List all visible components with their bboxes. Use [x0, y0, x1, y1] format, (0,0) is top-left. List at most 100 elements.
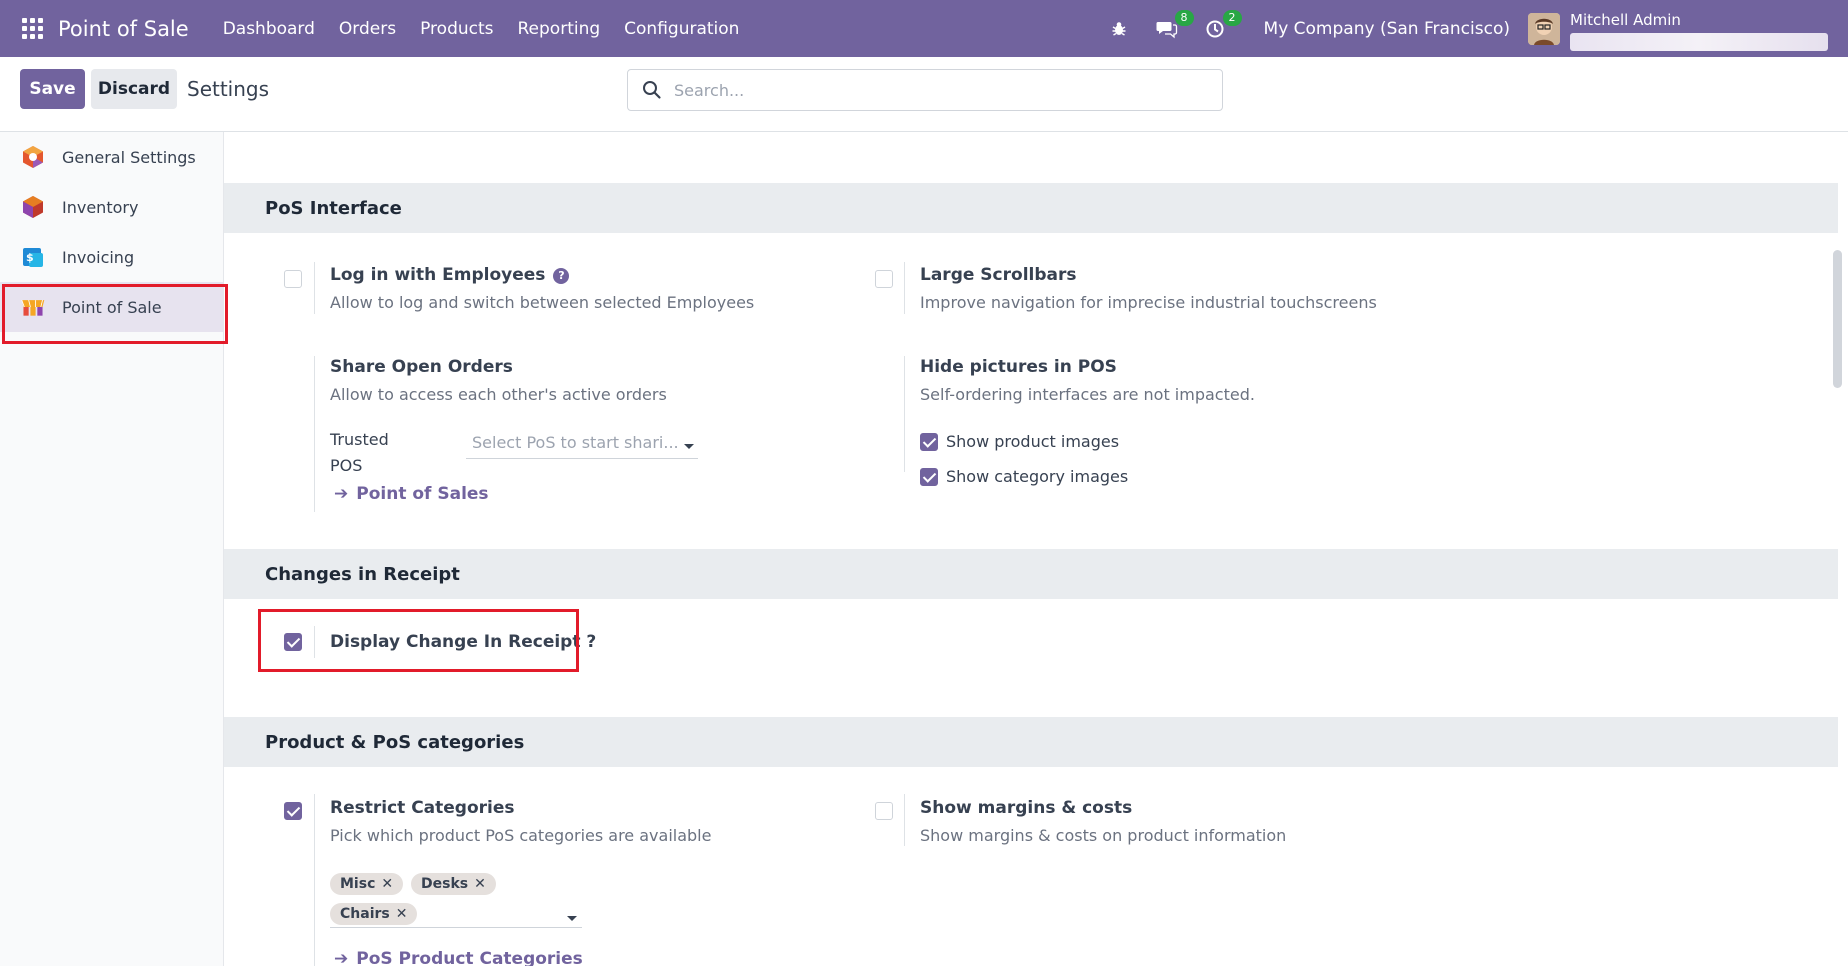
- divider: [904, 262, 905, 314]
- share-orders-desc: Allow to access each other's active orde…: [330, 385, 667, 404]
- avatar[interactable]: [1528, 12, 1560, 45]
- sidebar-item-label: Invoicing: [62, 247, 135, 267]
- invoicing-icon: $: [20, 244, 46, 270]
- section-title: Changes in Receipt: [265, 563, 460, 585]
- arrow-right-icon: ➔: [334, 484, 349, 504]
- search-icon: [643, 81, 661, 99]
- bug-icon[interactable]: [1106, 16, 1132, 42]
- divider: [314, 356, 315, 512]
- point-of-sales-link[interactable]: ➔ Point of Sales: [334, 484, 489, 504]
- sidebar-item-label: General Settings: [62, 147, 196, 167]
- chat-icon[interactable]: 8: [1154, 9, 1194, 42]
- category-tag: Chairs ✕: [330, 903, 418, 925]
- close-icon[interactable]: ✕: [474, 876, 486, 892]
- sidebar-item-point-of-sale[interactable]: Point of Sale: [0, 282, 228, 344]
- svg-text:$: $: [26, 251, 34, 264]
- menu-configuration[interactable]: Configuration: [612, 19, 751, 39]
- show-product-images-label: Show product images: [946, 432, 1120, 451]
- hide-pictures-title: Hide pictures in POS: [920, 357, 1117, 377]
- sidebar-item-general-settings[interactable]: General Settings: [0, 132, 223, 182]
- category-tag: Misc ✕: [330, 873, 404, 895]
- show-category-images-label: Show category images: [946, 467, 1129, 486]
- section-header-categories: Product & PoS categories: [224, 717, 1838, 767]
- sidebar-item-label: Point of Sale: [62, 297, 162, 317]
- show-margins-title: Show margins & costs: [920, 798, 1133, 818]
- divider: [314, 794, 315, 966]
- close-icon[interactable]: ✕: [381, 876, 393, 892]
- pos-icon: [20, 294, 46, 320]
- search-box[interactable]: [627, 69, 1223, 111]
- login-employees-desc: Allow to log and switch between selected…: [330, 293, 755, 312]
- save-button[interactable]: Save: [20, 69, 85, 109]
- share-orders-title: Share Open Orders: [330, 357, 513, 377]
- trusted-label-line2: POS: [330, 456, 363, 475]
- discard-button[interactable]: Discard: [91, 69, 177, 109]
- pos-product-categories-link[interactable]: ➔ PoS Product Categories: [334, 949, 583, 966]
- sidebar-item-inventory[interactable]: Inventory: [0, 182, 223, 232]
- category-tag: Desks ✕: [411, 873, 496, 895]
- divider: [904, 356, 905, 472]
- help-icon[interactable]: ?: [553, 268, 570, 284]
- tag-label: Misc: [340, 876, 376, 892]
- large-scrollbars-title: Large Scrollbars: [920, 265, 1077, 285]
- user-menu[interactable]: Mitchell Admin: [1570, 9, 1828, 51]
- chevron-down-icon: [684, 444, 694, 449]
- top-navbar: Point of Sale Dashboard Orders Products …: [0, 0, 1848, 57]
- section-header-receipt: Changes in Receipt: [224, 549, 1838, 599]
- arrow-right-icon: ➔: [334, 949, 349, 966]
- section-title: Product & PoS categories: [265, 731, 525, 753]
- company-switcher[interactable]: My Company (San Francisco): [1264, 19, 1510, 39]
- scrollbar[interactable]: [1833, 250, 1842, 388]
- search-input[interactable]: [674, 80, 1194, 100]
- page-title: Settings: [187, 77, 270, 101]
- activity-clock-icon[interactable]: 2: [1202, 9, 1242, 42]
- sidebar-item-invoicing[interactable]: $ Invoicing: [0, 232, 223, 282]
- tag-label: Chairs: [340, 906, 390, 922]
- large-scrollbars-checkbox[interactable]: [875, 270, 893, 288]
- login-employees-label: Log in with Employees: [330, 265, 546, 285]
- restrict-categories-checkbox[interactable]: [284, 802, 302, 820]
- show-margins-desc: Show margins & costs on product informat…: [920, 826, 1287, 845]
- login-employees-title: Log in with Employees?: [330, 265, 570, 285]
- highlight-box: [258, 609, 579, 672]
- navbar-systray: 8 2 My Company (San Francisco) Mitchell …: [1106, 0, 1848, 57]
- menu-dashboard[interactable]: Dashboard: [211, 19, 327, 39]
- menu-orders[interactable]: Orders: [327, 19, 408, 39]
- close-icon[interactable]: ✕: [396, 906, 408, 922]
- settings-content: PoS Interface Log in with Employees? All…: [224, 132, 1838, 966]
- menu-reporting[interactable]: Reporting: [506, 19, 613, 39]
- chevron-down-icon[interactable]: [567, 916, 577, 921]
- chat-badge: 8: [1174, 9, 1194, 26]
- restrict-categories-desc: Pick which product PoS categories are av…: [330, 826, 712, 845]
- trusted-pos-label: Trusted POS: [330, 427, 389, 479]
- section-header-pos-interface: PoS Interface: [224, 183, 1838, 233]
- divider: [314, 262, 315, 314]
- trusted-pos-placeholder: Select PoS to start shari...: [472, 433, 679, 452]
- divider: [904, 794, 905, 846]
- hide-pictures-desc: Self-ordering interfaces are not impacte…: [920, 385, 1255, 404]
- section-title: PoS Interface: [265, 197, 402, 219]
- large-scrollbars-desc: Improve navigation for imprecise industr…: [920, 293, 1377, 312]
- general-settings-icon: [20, 144, 46, 170]
- user-name: Mitchell Admin: [1570, 10, 1681, 29]
- link-label: Point of Sales: [356, 484, 489, 504]
- trusted-label-line1: Trusted: [330, 430, 389, 449]
- show-category-images-checkbox[interactable]: [920, 468, 938, 486]
- inventory-icon: [20, 194, 46, 220]
- tag-label: Desks: [421, 876, 469, 892]
- menu-products[interactable]: Products: [408, 19, 505, 39]
- sidebar-item-label: Inventory: [62, 197, 139, 217]
- tags-input-underline: [330, 927, 582, 928]
- show-product-images-checkbox[interactable]: [920, 433, 938, 451]
- login-employees-checkbox[interactable]: [284, 270, 302, 288]
- app-grid-icon[interactable]: [22, 17, 44, 40]
- control-panel: Save Discard Settings: [0, 57, 1848, 132]
- settings-sidebar: General Settings Inventory $ Invoicing P…: [0, 132, 228, 966]
- redacted-user-info: [1570, 32, 1828, 51]
- app-title[interactable]: Point of Sale: [58, 17, 189, 41]
- main-menu: Dashboard Orders Products Reporting Conf…: [211, 19, 752, 39]
- restrict-categories-title: Restrict Categories: [330, 798, 515, 818]
- show-margins-checkbox[interactable]: [875, 802, 893, 820]
- trusted-pos-select[interactable]: Select PoS to start shari...: [466, 431, 698, 459]
- link-label: PoS Product Categories: [356, 949, 583, 966]
